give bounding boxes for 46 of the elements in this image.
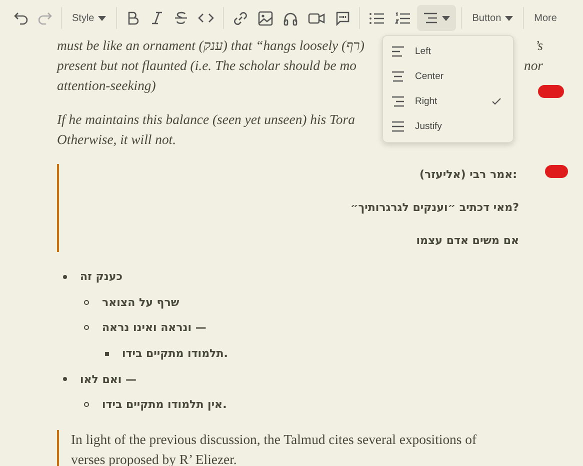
bullet-icon (84, 325, 89, 330)
list-item-text: ואם לאו — (80, 372, 137, 386)
caret-icon (505, 16, 514, 20)
paragraph-text: Otherwise, it will not. (57, 131, 176, 149)
strikethrough-icon (174, 11, 188, 25)
button-dropdown[interactable]: Button (467, 5, 518, 31)
paragraph-text: If he maintains this balance (seen yet unseen) his Tora (57, 111, 355, 129)
list-item-text: אין תלמודו מתקיים בידו. (102, 398, 227, 412)
menu-item[interactable]: Left (383, 39, 513, 64)
menu-item[interactable]: Right (383, 89, 513, 114)
bold-icon (126, 11, 140, 25)
bullet-icon (84, 402, 89, 408)
more-button[interactable]: More (529, 5, 562, 31)
annotation-mark (545, 165, 568, 178)
align-icon (392, 121, 405, 132)
align-icon (392, 71, 405, 82)
italic-icon (150, 11, 164, 25)
paragraph-text: present but not flaunted (i.e. The scholar should be mo (57, 57, 356, 75)
list-item-text: שרף על הצואר (102, 296, 180, 309)
caret-icon (98, 16, 106, 20)
undo-icon (14, 11, 28, 25)
caret-icon (442, 16, 450, 20)
paragraph-text: must be like an ornament (ענק) that “hangs loosely (רף) (57, 37, 364, 55)
align-dropdown[interactable] (417, 5, 456, 31)
list-item-text: ונראה ואינו נראה — (102, 321, 206, 334)
align-icon (392, 46, 405, 57)
menu-item[interactable]: Center (383, 64, 513, 89)
style-dropdown[interactable]: Style (67, 5, 112, 31)
quote-text: אמר רבי (אליעזר): (419, 168, 517, 181)
bullet-icon (84, 300, 89, 305)
code-icon (198, 12, 214, 24)
quote-text: אם משים אדם עצמו (416, 234, 519, 247)
paragraph-text: ’s (534, 37, 543, 55)
menu-item[interactable]: Justify (383, 114, 513, 139)
quote-text: מאי דכתיב ״וענקים לגרגרותיך״? (350, 201, 519, 214)
paragraph-text: attention-seeking) (57, 77, 156, 95)
list-item-text: כענק זה (80, 270, 122, 284)
bullet-icon (105, 352, 109, 356)
align-right-icon (423, 12, 438, 24)
bullet-icon (63, 377, 67, 382)
redo-icon (38, 11, 52, 25)
paragraph-text: nor (524, 57, 543, 75)
list-item-text: תלמודו מתקיים בידו. (122, 347, 228, 360)
align-icon (392, 96, 405, 107)
bullet-icon (63, 274, 67, 279)
annotation-mark (538, 85, 564, 98)
